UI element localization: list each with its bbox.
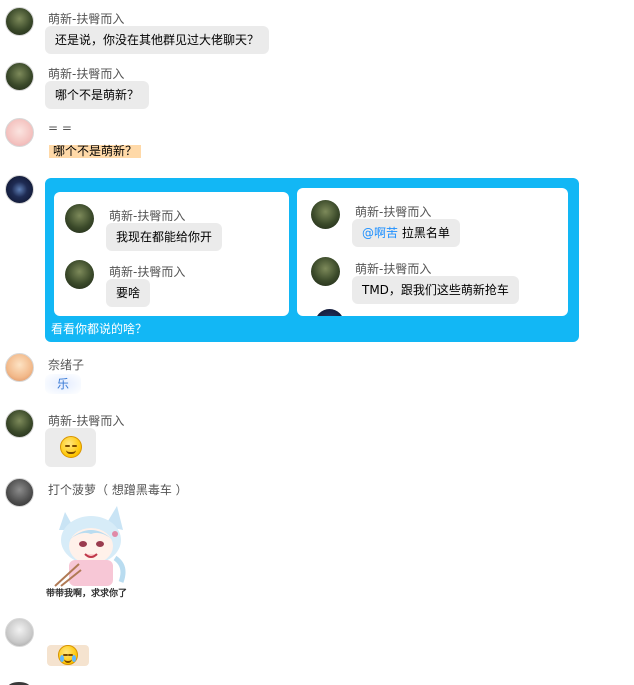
user-avatar[interactable] bbox=[5, 409, 34, 438]
sender-name: = = bbox=[48, 121, 72, 135]
user-avatar bbox=[65, 260, 94, 289]
user-avatar[interactable] bbox=[5, 353, 34, 382]
sender-name: 萌新-扶臀而入 bbox=[48, 67, 125, 81]
user-avatar bbox=[311, 200, 340, 229]
emoji-bubble[interactable] bbox=[47, 645, 89, 666]
user-avatar[interactable] bbox=[5, 618, 34, 647]
emoji-bubble[interactable] bbox=[45, 428, 96, 467]
sticker-image[interactable]: 带带我啊，求求你了 bbox=[45, 500, 133, 600]
user-avatar[interactable] bbox=[5, 7, 34, 36]
highlighted-text[interactable]: 哪个不是萌新？ bbox=[49, 145, 142, 158]
tears-of-joy-emoji bbox=[58, 645, 78, 665]
sender-name: 奈绪子 bbox=[48, 358, 85, 372]
forward-card-right: 萌新-扶臀而入 @啊苦 拉黑名单 萌新-扶臀而入 TMD，跟我们这些萌新抢车 bbox=[297, 188, 568, 316]
sender-name: 萌新-扶臀而入 bbox=[48, 414, 125, 428]
user-avatar bbox=[65, 204, 94, 233]
user-avatar[interactable] bbox=[5, 478, 34, 507]
message-bubble[interactable]: 哪个不是萌新？ bbox=[45, 81, 150, 109]
message-bubble: 要啥 bbox=[106, 279, 151, 307]
sender-name: 萌新-扶臀而入 bbox=[355, 262, 432, 276]
sender-name: 打个菠萝（ 想蹭黑毒车 ） bbox=[48, 483, 188, 497]
forward-card-left: 萌新-扶臀而入 我现在都能给你开 萌新-扶臀而入 要啥 bbox=[54, 192, 289, 316]
user-avatar[interactable] bbox=[5, 62, 34, 91]
user-avatar bbox=[311, 257, 340, 286]
sticker-caption: 带带我啊，求求你了 bbox=[46, 589, 128, 599]
sender-name: 萌新-扶臀而入 bbox=[109, 209, 186, 223]
sender-name: 萌新-扶臀而入 bbox=[48, 12, 125, 26]
stylized-text[interactable]: 乐 bbox=[45, 374, 81, 394]
user-avatar bbox=[315, 309, 344, 316]
grinning-face-emoji bbox=[59, 436, 82, 458]
message-bubble: @啊苦 拉黑名单 bbox=[352, 219, 460, 247]
mention-tag: @啊苦 bbox=[362, 226, 399, 240]
message-bubble[interactable]: 还是说，你没在其他群见过大佬聊天？ bbox=[45, 26, 270, 54]
message-text: 拉黑名单 bbox=[398, 226, 450, 240]
forward-caption: 看看你都说的啥？ bbox=[51, 322, 148, 336]
forwarded-chat-record[interactable]: 萌新-扶臀而入 我现在都能给你开 萌新-扶臀而入 要啥 萌新-扶臀而入 @啊苦 … bbox=[45, 178, 579, 342]
sender-name: 萌新-扶臀而入 bbox=[109, 265, 186, 279]
message-bubble: 我现在都能给你开 bbox=[106, 223, 223, 251]
message-bubble: TMD，跟我们这些萌新抢车 bbox=[352, 276, 519, 304]
sender-name: 萌新-扶臀而入 bbox=[355, 205, 432, 219]
user-avatar[interactable] bbox=[5, 118, 34, 147]
user-avatar[interactable] bbox=[5, 175, 34, 204]
anime-girl-sticker-icon bbox=[54, 506, 126, 587]
